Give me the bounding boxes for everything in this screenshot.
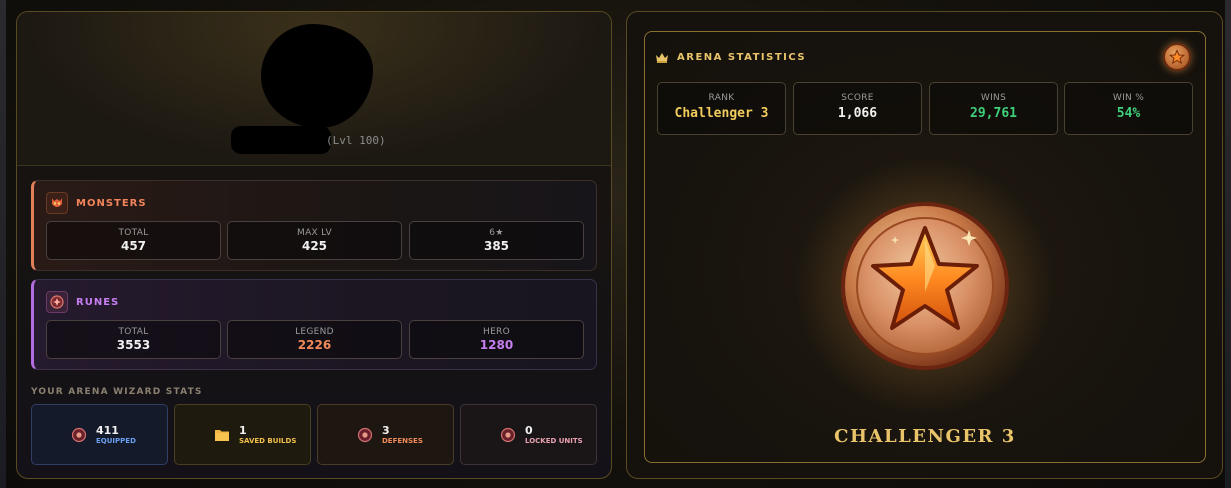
wizard-stat-value: 0 (525, 423, 533, 437)
arena-stat-score: SCORE 1,066 (793, 82, 922, 135)
wizard-stat-label: SAVED BUILDS (239, 436, 297, 445)
wizard-stat-saved-builds[interactable]: 1 SAVED BUILDS (174, 404, 311, 465)
challenger-medal-icon (841, 202, 1009, 370)
wizard-stat-equipped[interactable]: 411 EQUIPPED (31, 404, 168, 465)
stat-value: 3553 (116, 338, 151, 352)
rune-icon (70, 426, 88, 444)
stat-value: 1,066 (837, 106, 878, 121)
monsters-section: MONSTERS TOTAL 457 MAX LV 425 6★ 385 (31, 180, 597, 271)
arena-stat-win-percent: WIN % 54% (1064, 82, 1193, 135)
arena-stat-rank: RANK Challenger 3 (657, 82, 786, 135)
background-edge-right (1225, 0, 1231, 488)
stat-value: 425 (301, 239, 328, 253)
wizard-stat-value: 411 (96, 423, 119, 437)
rune-icon (499, 426, 517, 444)
wizard-level: (Lvl 100) (326, 134, 386, 147)
stat-label: WINS (980, 93, 1007, 103)
wizard-stat-label: LOCKED UNITS (525, 436, 583, 445)
stat-value: 54% (1116, 106, 1141, 121)
stat-value: 2226 (297, 338, 332, 352)
wizard-stats-title: YOUR ARENA WIZARD STATS (31, 387, 203, 397)
stat-label: RANK (708, 93, 735, 103)
runes-title: RUNES (76, 296, 120, 308)
runes-stat-legend: LEGEND 2226 (227, 320, 402, 359)
wizard-name-redacted (231, 126, 331, 154)
monster-icon (46, 192, 68, 214)
wizard-profile-card: (Lvl 100) MONSTERS TOTAL 457 MAX LV 425 … (16, 11, 612, 479)
wizard-stat-value: 1 (239, 423, 247, 437)
wizard-stat-locked-units[interactable]: 0 LOCKED UNITS (460, 404, 597, 465)
stat-label: TOTAL (118, 228, 149, 238)
runes-section: RUNES TOTAL 3553 LEGEND 2226 HERO 1280 (31, 279, 597, 370)
wizard-stat-defenses[interactable]: 3 DEFENSES (317, 404, 454, 465)
stat-value: 29,761 (970, 106, 1017, 121)
stat-label: TOTAL (118, 327, 149, 337)
avatar-redacted (261, 24, 373, 128)
arena-rank-name: CHALLENGER 3 (834, 426, 1016, 447)
stat-label: MAX LV (297, 228, 332, 238)
arena-statistics-card: ARENA STATISTICS RANK Challenger 3 SCORE… (626, 11, 1223, 479)
background-edge-left (0, 0, 6, 488)
wizard-stat-label: EQUIPPED (96, 436, 136, 445)
monsters-title: MONSTERS (76, 197, 147, 209)
crown-icon (655, 48, 669, 67)
arena-header: ARENA STATISTICS (655, 48, 806, 67)
stat-value: 1280 (479, 338, 514, 352)
stat-label: LEGEND (295, 327, 334, 337)
stat-label: SCORE (841, 93, 874, 103)
monsters-stat-total: TOTAL 457 (46, 221, 221, 260)
profile-header: (Lvl 100) (17, 12, 611, 166)
rune-icon (356, 426, 374, 444)
monsters-stat-max-lv: MAX LV 425 (227, 221, 402, 260)
arena-title: ARENA STATISTICS (677, 52, 807, 63)
stat-value: 385 (483, 239, 510, 253)
stat-value: Challenger 3 (674, 106, 769, 121)
stat-label: HERO (483, 327, 510, 337)
stat-label: 6★ (489, 228, 504, 238)
arena-rank-badge-icon (1163, 43, 1191, 71)
monsters-header: MONSTERS (46, 192, 147, 214)
folder-icon (213, 426, 231, 444)
arena-stat-wins: WINS 29,761 (929, 82, 1058, 135)
stat-value: 457 (120, 239, 147, 253)
stat-label: WIN % (1112, 93, 1145, 103)
rune-icon (46, 291, 68, 313)
runes-header: RUNES (46, 291, 119, 313)
arena-frame: ARENA STATISTICS RANK Challenger 3 SCORE… (644, 31, 1206, 463)
wizard-stat-label: DEFENSES (382, 436, 423, 445)
runes-stat-hero: HERO 1280 (409, 320, 584, 359)
monsters-stat-six-star: 6★ 385 (409, 221, 584, 260)
wizard-stat-value: 3 (382, 423, 390, 437)
runes-stat-total: TOTAL 3553 (46, 320, 221, 359)
